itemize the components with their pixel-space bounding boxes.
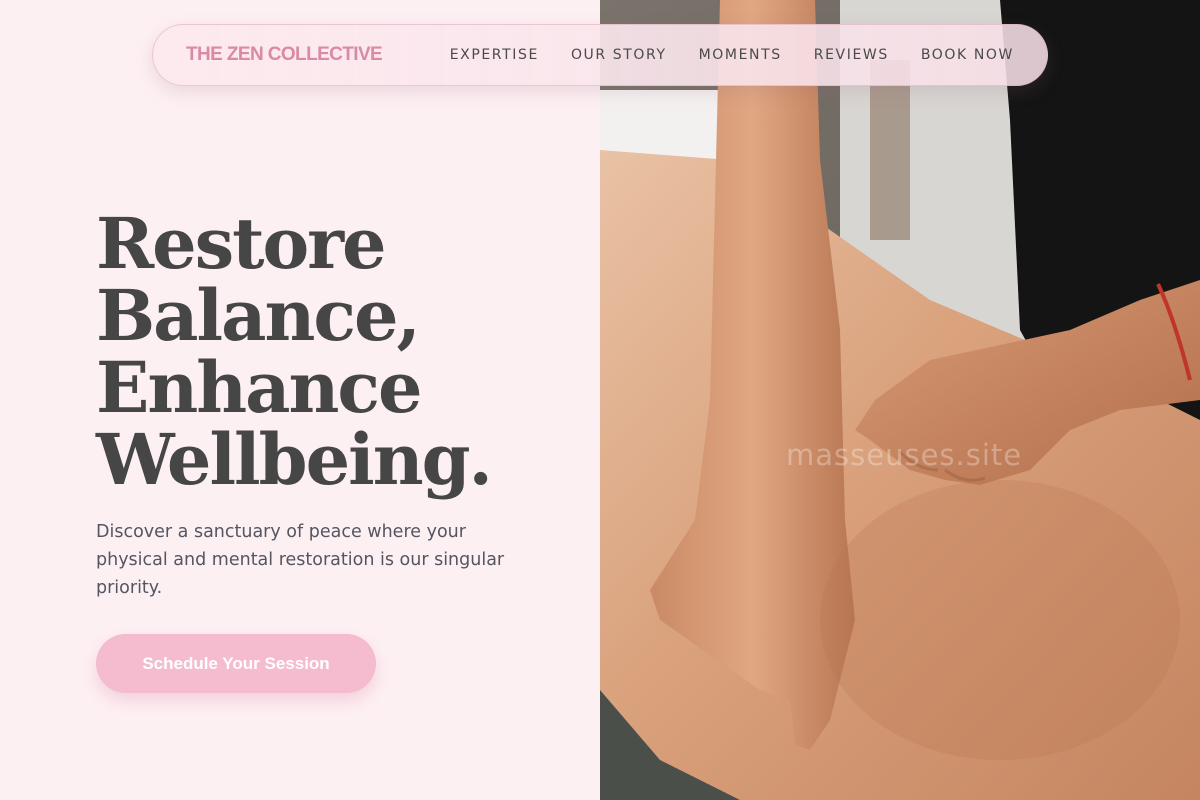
- hero-title-line: Enhance: [96, 346, 423, 429]
- schedule-session-button[interactable]: Schedule Your Session: [96, 634, 376, 693]
- hero-title-line: Restore: [96, 202, 387, 285]
- nav-link-our-story[interactable]: OUR STORY: [571, 47, 667, 63]
- nav-link-book-now[interactable]: BOOK NOW: [921, 47, 1014, 63]
- massage-photo-illustration: [600, 0, 1200, 800]
- hero-title-line: Wellbeing.: [96, 418, 493, 501]
- nav-link-moments[interactable]: MOMENTS: [699, 47, 782, 63]
- nav-links: EXPERTISE OUR STORY MOMENTS REVIEWS BOOK…: [450, 47, 1014, 63]
- nav-link-expertise[interactable]: EXPERTISE: [450, 47, 539, 63]
- hero-image: masseuses.site: [600, 0, 1200, 800]
- hero-title-line: Balance,: [96, 274, 421, 357]
- hero-description: Discover a sanctuary of peace where your…: [96, 522, 505, 598]
- watermark-text: masseuses.site: [786, 438, 1023, 472]
- nav-link-reviews[interactable]: REVIEWS: [814, 47, 889, 63]
- brand-logo[interactable]: THE ZEN COLLECTIVE: [186, 44, 383, 66]
- top-nav-bar: THE ZEN COLLECTIVE EXPERTISE OUR STORY M…: [152, 24, 1048, 86]
- hero-title: Restore Balance, Enhance Wellbeing.: [96, 208, 576, 496]
